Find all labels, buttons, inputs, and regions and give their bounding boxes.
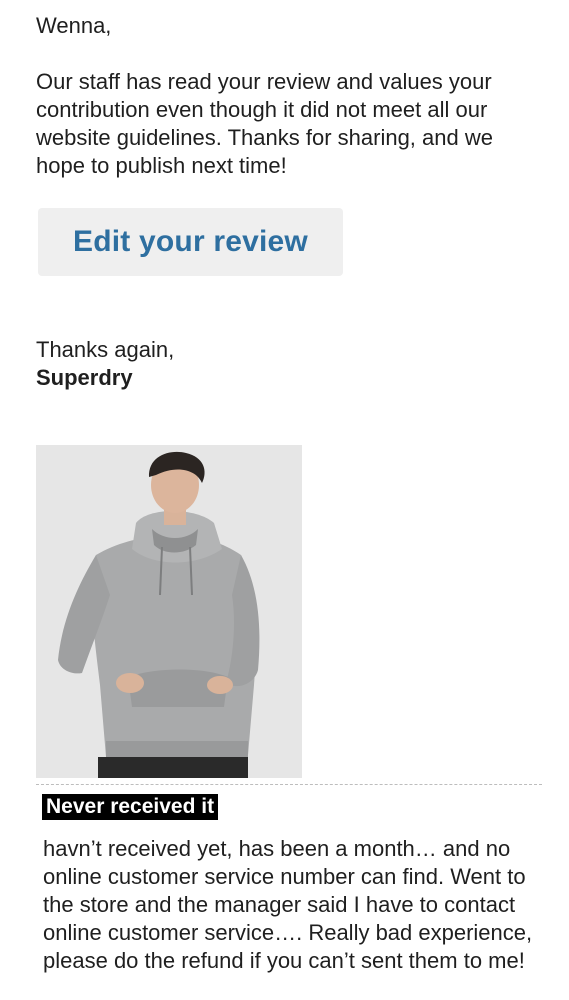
signoff-text: Thanks again, xyxy=(36,337,175,362)
review-body: havn’t received yet, has been a month… a… xyxy=(43,836,533,973)
edit-review-button[interactable]: Edit your review xyxy=(38,208,343,276)
product-image[interactable] xyxy=(36,445,302,778)
brand-name: Superdry xyxy=(36,365,133,390)
greeting: Wenna, xyxy=(36,13,112,38)
hoodie-model-icon xyxy=(36,445,302,778)
email-message: Our staff has read your review and value… xyxy=(36,69,493,178)
review-title-wrap: Never received it xyxy=(42,794,219,820)
review-title: Never received it xyxy=(42,794,219,820)
section-divider xyxy=(36,784,542,785)
